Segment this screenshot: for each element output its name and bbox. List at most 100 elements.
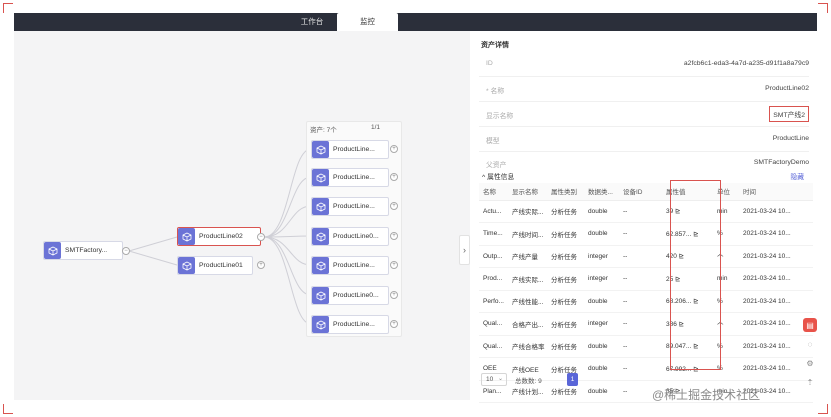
column-header: 名称 <box>479 183 508 201</box>
table-cell: 2021-03-24 10... <box>739 267 813 291</box>
prop-value: SMTFactoryDemo <box>753 159 809 166</box>
table-cell: 合格产出... <box>508 312 547 336</box>
cube-icon <box>312 198 329 215</box>
prop-value: ProductLine02 <box>765 85 809 92</box>
prop-key: ID <box>486 60 493 67</box>
attr-value-cell[interactable]: 39 ⊵ <box>662 200 713 223</box>
prop-row-id: ID a2fcb6c1-eda3-4a7d-a235-d91f1a8a79c9 <box>479 51 809 77</box>
tree-node-productline01[interactable]: ProductLine01 <box>177 256 253 275</box>
total-count: 总数数: 9 <box>515 378 542 385</box>
attr-value-cell[interactable]: 62.857... ⊵ <box>662 222 713 246</box>
node-label: SMTFactory... <box>65 247 108 254</box>
prop-row-parent: 父资产 SMTFactoryDemo <box>479 150 809 176</box>
table-cell: integer <box>584 267 619 291</box>
feedback-icon[interactable]: ▤ <box>803 318 817 332</box>
asset-detail-panel: 资产详情 ID a2fcb6c1-eda3-4a7d-a235-d91f1a8a… <box>470 31 818 403</box>
table-cell: integer <box>584 312 619 336</box>
expand-toggle[interactable]: + <box>390 291 398 299</box>
attr-value-cell[interactable]: 386 ⊵ <box>662 312 713 336</box>
attr-value-cell[interactable]: 25 ⊵ <box>662 267 713 291</box>
prop-value: a2fcb6c1-eda3-4a7d-a235-d91f1a8a79c9 <box>683 60 809 67</box>
attr-section-toggle[interactable]: ^ 属性信息 <box>482 171 514 181</box>
table-cell: double <box>584 222 619 246</box>
prop-key: 模型 <box>486 138 500 145</box>
tab-monitor[interactable]: 监控 <box>337 13 398 31</box>
column-header: 显示名称 <box>508 183 547 201</box>
prop-value: SMT产线2 <box>769 106 809 122</box>
page-button-current[interactable]: 1 <box>567 373 578 386</box>
attr-value-cell[interactable]: 420 ⊵ <box>662 245 713 268</box>
table-cell: 分析任务 <box>547 312 584 336</box>
tree-node-child[interactable]: ProductLine... <box>311 197 389 216</box>
tree-node-child[interactable]: ProductLine0... <box>311 227 389 246</box>
tree-node-child[interactable]: ProductLine... <box>311 315 389 334</box>
table-cell: 2021-03-24 10... <box>739 335 813 358</box>
table-cell: -- <box>619 267 662 291</box>
prop-value: ProductLine <box>772 135 809 142</box>
expand-toggle[interactable]: + <box>390 320 398 328</box>
expand-toggle[interactable]: + <box>390 261 398 269</box>
table-cell: -- <box>619 312 662 336</box>
attr-value-cell[interactable]: 89.047... ⊵ <box>662 335 713 358</box>
tree-node-productline02[interactable]: ProductLine02 <box>177 227 261 246</box>
tree-node-child[interactable]: ProductLine... <box>311 140 389 159</box>
help-icon[interactable]: ◌ <box>803 337 817 351</box>
collapse-toggle[interactable]: − <box>257 233 265 241</box>
table-cell: Outp... <box>479 245 508 268</box>
table-row[interactable]: Perfo... 产线性能... 分析任务 double -- 68.206... ⊵% 2… <box>479 290 813 313</box>
column-header: 设备ID <box>619 183 662 201</box>
child-count: 资产: 7个 <box>310 127 337 134</box>
floating-toolbar: ▤ ◌ ⚙ ⇡ <box>803 318 817 394</box>
column-header: 属性值 <box>662 183 713 201</box>
tree-node-child[interactable]: ProductLine... <box>311 256 389 275</box>
node-label: ProductLine... <box>333 174 375 181</box>
table-row[interactable]: Prod... 产线实际... 分析任务 integer -- 25 ⊵ min 2021-0… <box>479 267 813 291</box>
corner-mark <box>3 404 13 414</box>
table-row[interactable]: Time... 产线时间... 分析任务 double -- 62.857... ⊵% 20… <box>479 222 813 246</box>
child-panel-header: 资产: 7个 1/1 <box>306 124 402 134</box>
tree-node-root[interactable]: SMTFactory... <box>43 241 123 260</box>
attribute-table: 名称 显示名称 属性类别 数据类... 设备ID 属性值 单位 时间 Actu... 产线实际.… <box>479 183 813 403</box>
page-size-select[interactable]: 10 ⌄ <box>481 373 507 386</box>
cube-icon <box>312 316 329 333</box>
expand-toggle[interactable]: + <box>257 261 265 269</box>
table-row[interactable]: Qual... 合格产出... 分析任务 integer -- 386 ⊵ 个 2021-03… <box>479 312 813 336</box>
column-header: 单位 <box>713 183 739 201</box>
tree-node-child[interactable]: ProductLine0... <box>311 286 389 305</box>
hide-attrs-link[interactable]: 隐藏 <box>790 171 804 181</box>
table-cell: integer <box>584 245 619 268</box>
table-row[interactable]: Actu... 产线实际... 分析任务 double -- 39 ⊵ min 2021-03… <box>479 200 813 223</box>
node-label: ProductLine... <box>333 321 375 328</box>
expand-toggle[interactable]: + <box>390 232 398 240</box>
corner-mark <box>818 3 828 13</box>
node-label: ProductLine... <box>333 146 375 153</box>
tab-workbench[interactable]: 工作台 <box>282 13 342 31</box>
collapse-toggle[interactable]: − <box>122 247 130 255</box>
table-row[interactable]: Outp... 产线产量 分析任务 integer -- 420 ⊵ 个 2021-03-24… <box>479 245 813 268</box>
table-cell: 产线实际... <box>508 200 547 223</box>
top-tab-bar: 工作台 监控 <box>14 13 817 31</box>
table-cell: % <box>713 290 739 313</box>
node-label: ProductLine... <box>333 203 375 210</box>
prop-row-name: * 名称 ProductLine02 <box>479 76 809 102</box>
back-to-top-icon[interactable]: ⇡ <box>803 375 817 389</box>
cube-icon <box>178 228 195 245</box>
attr-value-cell[interactable]: 68.206... ⊵ <box>662 290 713 313</box>
panel-collapse-handle[interactable]: › <box>459 235 470 265</box>
node-label: ProductLine0... <box>333 233 379 240</box>
cube-icon <box>178 257 195 274</box>
column-header: 数据类... <box>584 183 619 201</box>
table-cell: 分析任务 <box>547 335 584 358</box>
expand-toggle[interactable]: + <box>390 145 398 153</box>
tree-node-child[interactable]: ProductLine... <box>311 168 389 187</box>
table-cell: 2021-03-24 10... <box>739 245 813 268</box>
expand-toggle[interactable]: + <box>390 173 398 181</box>
table-cell: double <box>584 335 619 358</box>
expand-toggle[interactable]: + <box>390 202 398 210</box>
table-cell: 产线实际... <box>508 267 547 291</box>
table-cell: 分析任务 <box>547 200 584 223</box>
cube-icon <box>312 169 329 186</box>
table-row[interactable]: Qual... 产线合格率 分析任务 double -- 89.047... ⊵% 2021… <box>479 335 813 358</box>
table-cell: % <box>713 222 739 246</box>
settings-icon[interactable]: ⚙ <box>803 356 817 370</box>
